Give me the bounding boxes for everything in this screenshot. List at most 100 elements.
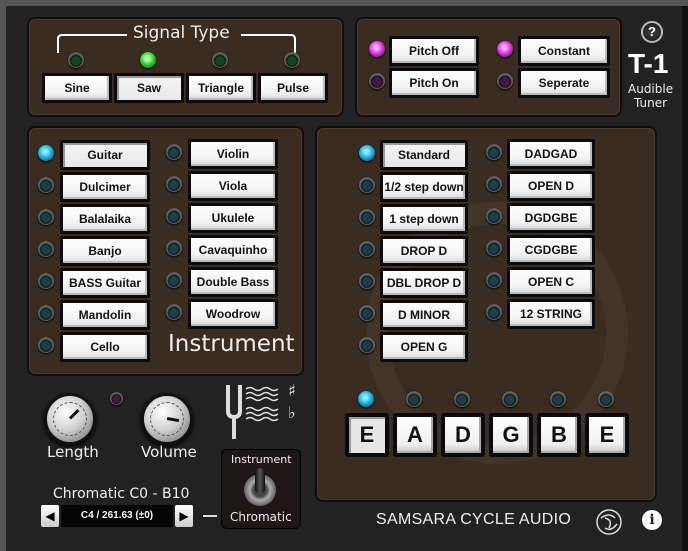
switch-bottom-label: Chromatic	[230, 510, 292, 524]
instrument-option-button[interactable]: Ukulele	[188, 203, 278, 233]
length-knob[interactable]	[44, 393, 96, 445]
constant-led	[497, 41, 513, 57]
instrument-option-led	[38, 145, 54, 161]
help-button[interactable]: ?	[641, 21, 663, 43]
instrument-option-led	[38, 337, 54, 353]
tuning-option-button[interactable]: CGDGBE	[507, 235, 595, 265]
info-icon: i	[649, 512, 655, 528]
triangle-button[interactable]: Triangle	[186, 73, 256, 103]
string-key-e[interactable]: E	[585, 413, 629, 457]
constant-button[interactable]: Constant	[518, 36, 610, 66]
instrument-option-led	[166, 208, 182, 224]
instrument-option-button[interactable]: Cello	[60, 332, 150, 362]
instrument-option-led	[166, 304, 182, 320]
product-name: T-1	[628, 48, 669, 79]
pulse-button[interactable]: Pulse	[258, 73, 328, 103]
tuning-option-led	[359, 145, 375, 161]
product-subtitle-1: Audible	[628, 82, 674, 96]
tuning-option-led	[486, 208, 502, 224]
seperate-button[interactable]: Seperate	[518, 68, 610, 98]
string-key-b[interactable]: B	[537, 413, 581, 457]
tuning-option-led	[486, 304, 502, 320]
signal-led	[110, 392, 123, 405]
instrument-option-button[interactable]: Mandolin	[60, 300, 150, 330]
string-led	[502, 391, 518, 407]
length-label: Length	[47, 443, 99, 461]
string-led	[550, 391, 566, 407]
connector-line	[203, 515, 217, 517]
instrument-option-led	[166, 272, 182, 288]
tuning-option-button[interactable]: DBL DROP D	[380, 268, 468, 298]
instrument-option-led	[38, 209, 54, 225]
instrument-option-led	[38, 241, 54, 257]
instrument-option-led	[166, 176, 182, 192]
tuning-option-led	[359, 209, 375, 225]
tuning-option-button[interactable]: D MINOR	[380, 300, 468, 330]
instrument-option-button[interactable]: Viola	[188, 171, 278, 201]
string-led	[598, 391, 614, 407]
switch-top-label: Instrument	[231, 453, 292, 466]
pitch-on-led	[369, 73, 385, 89]
pulse-led	[284, 52, 300, 68]
tuning-option-button[interactable]: OPEN C	[507, 267, 595, 297]
info-button[interactable]: i	[642, 510, 662, 530]
tuning-option-led	[359, 177, 375, 193]
company-name: SAMSARA CYCLE AUDIO	[376, 511, 572, 528]
toggle-stick	[255, 468, 265, 494]
string-key-a[interactable]: A	[393, 413, 437, 457]
pitch-on-button[interactable]: Pitch On	[389, 68, 479, 98]
right-arrow-icon: ▶	[179, 509, 189, 523]
tuning-option-button[interactable]: 1/2 step down	[380, 172, 468, 202]
instrument-option-button[interactable]: Cavaquinho	[188, 235, 278, 265]
tuning-option-button[interactable]: OPEN G	[380, 332, 468, 362]
volume-label: Volume	[141, 443, 197, 461]
tuning-option-button[interactable]: Standard	[380, 140, 468, 170]
tuning-option-led	[359, 241, 375, 257]
instrument-option-button[interactable]: Guitar	[60, 140, 150, 170]
instrument-chromatic-switch[interactable]: Instrument Chromatic	[221, 449, 301, 529]
saw-button[interactable]: Saw	[114, 73, 184, 103]
tuning-option-button[interactable]: 12 STRING	[507, 299, 595, 329]
tuning-option-led	[486, 176, 502, 192]
pitch-off-button[interactable]: Pitch Off	[389, 36, 479, 66]
instrument-option-led	[166, 240, 182, 256]
instrument-option-led	[166, 144, 182, 160]
instrument-option-button[interactable]: BASS Guitar	[60, 268, 150, 298]
string-key-d[interactable]: D	[441, 413, 485, 457]
sine-button[interactable]: Sine	[42, 73, 112, 103]
instrument-option-button[interactable]: Banjo	[60, 236, 150, 266]
instrument-title: Instrument	[168, 331, 295, 357]
prev-note-button[interactable]: ◀	[41, 505, 59, 527]
tuning-option-led	[486, 240, 502, 256]
tuning-option-button[interactable]: DADGAD	[507, 139, 595, 169]
tuning-option-led	[359, 273, 375, 289]
tuning-option-button[interactable]: DGDGBE	[507, 203, 595, 233]
pitch-off-led	[369, 41, 385, 57]
product-subtitle-2: Tuner	[634, 96, 668, 110]
instrument-option-button[interactable]: Balalaika	[60, 204, 150, 234]
next-note-button[interactable]: ▶	[175, 505, 193, 527]
samsara-logo-icon	[596, 509, 622, 535]
string-led	[454, 391, 470, 407]
instrument-option-button[interactable]: Violin	[188, 139, 278, 169]
string-key-e[interactable]: E	[345, 413, 389, 457]
tuning-option-button[interactable]: 1 step down	[380, 204, 468, 234]
flat-icon: ♭	[288, 403, 296, 422]
instrument-option-button[interactable]: Dulcimer	[60, 172, 150, 202]
string-key-g[interactable]: G	[489, 413, 533, 457]
tuning-option-led	[359, 305, 375, 321]
seperate-led	[497, 73, 513, 89]
tuning-option-led	[486, 144, 502, 160]
note-value: C4 / 261.63 (±0)	[80, 510, 154, 521]
instrument-option-led	[38, 305, 54, 321]
saw-led	[140, 52, 156, 68]
help-icon: ?	[648, 24, 656, 39]
string-led	[406, 391, 422, 407]
tuning-option-button[interactable]: DROP D	[380, 236, 468, 266]
tuning-option-button[interactable]: OPEN D	[507, 171, 595, 201]
triangle-led	[212, 52, 228, 68]
sharp-icon: ♯	[288, 381, 296, 400]
instrument-option-button[interactable]: Double Bass	[188, 267, 278, 297]
volume-knob[interactable]	[141, 393, 193, 445]
instrument-option-button[interactable]: Woodrow	[188, 299, 278, 329]
